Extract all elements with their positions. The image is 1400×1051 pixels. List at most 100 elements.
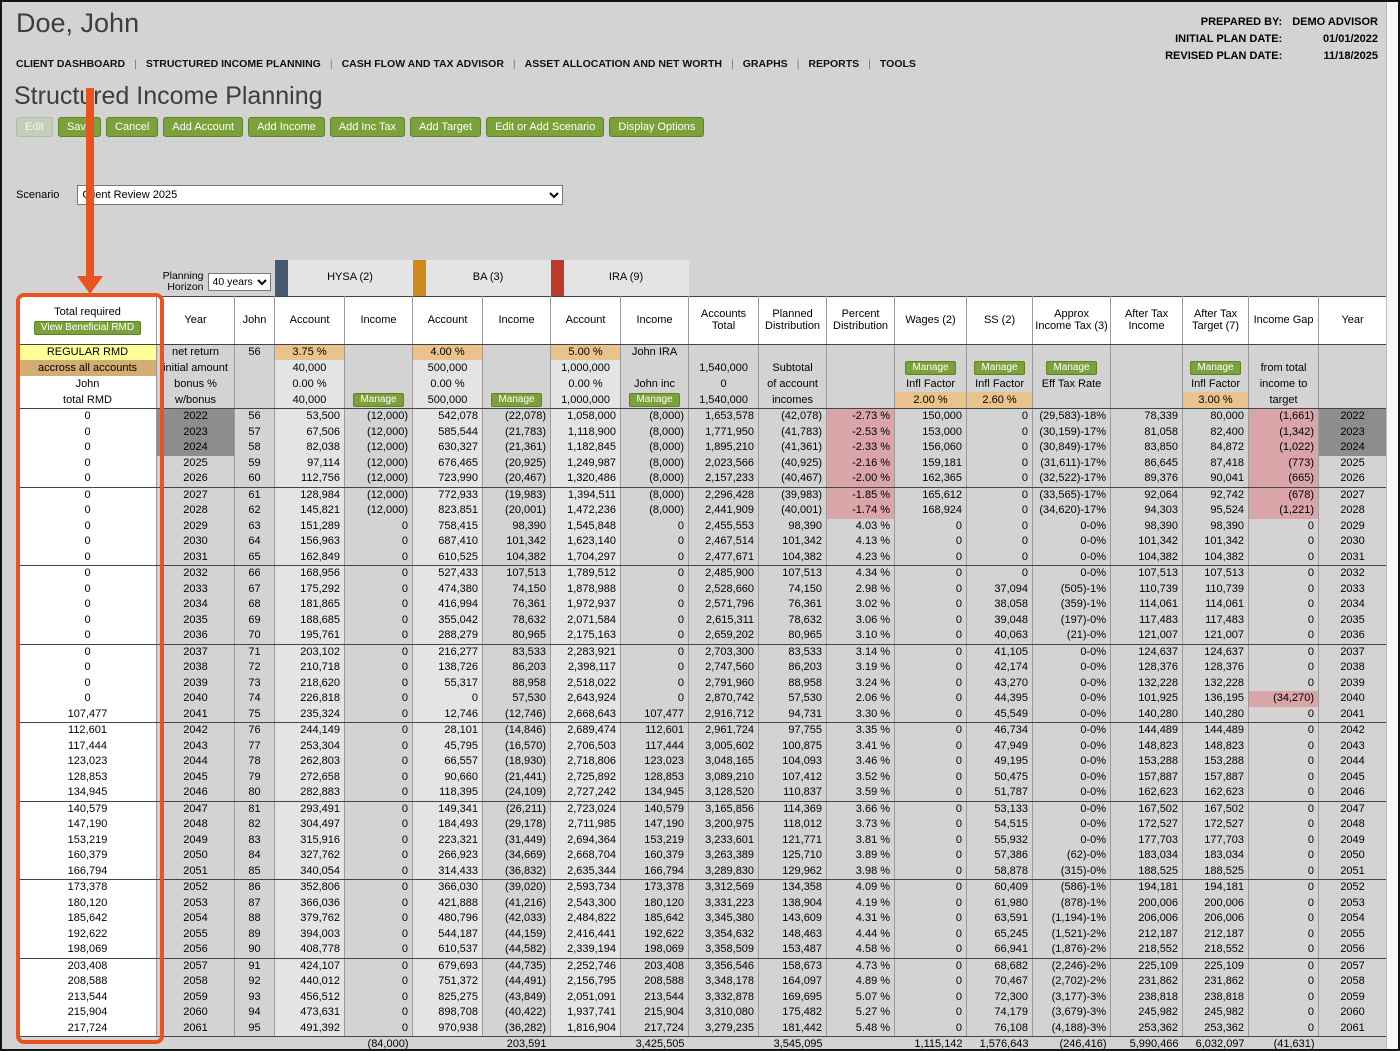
cell-planned-distribution: 97,755 bbox=[758, 722, 828, 739]
cell-year-right: 2048 bbox=[1318, 817, 1388, 833]
edit-or-add-scenario-button[interactable]: Edit or Add Scenario bbox=[486, 117, 605, 137]
nav-item-graphs[interactable]: GRAPHS bbox=[743, 56, 788, 72]
manage-button[interactable]: Manage bbox=[1190, 361, 1241, 375]
ira-account-subheader: 1,000,000 bbox=[550, 360, 622, 376]
cell-year: 2048 bbox=[156, 817, 235, 833]
cell-income-gap: 0 bbox=[1248, 911, 1320, 927]
save-button[interactable]: Save bbox=[57, 117, 102, 137]
cell-ba-income: (14,846) bbox=[482, 722, 552, 739]
cell-after-tax-income: 101,925 bbox=[1110, 691, 1184, 707]
manage-button[interactable]: Manage bbox=[1046, 361, 1097, 375]
nav-item-asset-allocation-and-net-worth[interactable]: ASSET ALLOCATION AND NET WORTH bbox=[525, 56, 722, 72]
manage-button[interactable]: Manage bbox=[905, 361, 956, 375]
cell-percent-distribution: 3.52 % bbox=[826, 769, 896, 785]
percent-distribution-subheader bbox=[826, 344, 896, 360]
cell-year-right: 2061 bbox=[1318, 1020, 1388, 1037]
total-rmd-total bbox=[18, 1036, 157, 1049]
cell-ba-account: 45,795 bbox=[412, 738, 484, 754]
cell-ira-account: 2,711,985 bbox=[550, 817, 622, 833]
cell-ira-account: 1,394,511 bbox=[550, 487, 622, 503]
total-age-john bbox=[234, 1036, 275, 1049]
cell-year-right: 2050 bbox=[1318, 848, 1388, 864]
cell-after-tax-income: 157,887 bbox=[1110, 769, 1184, 785]
cell-after-tax-target: 132,228 bbox=[1182, 675, 1250, 691]
cell-ba-income: (20,925) bbox=[482, 455, 552, 471]
cell-ira-account: 2,668,643 bbox=[550, 706, 622, 723]
display-options-button[interactable]: Display Options bbox=[609, 117, 705, 137]
manage-button[interactable]: Manage bbox=[353, 393, 404, 407]
cell-income-gap: 0 bbox=[1248, 534, 1320, 550]
nav-separator: | bbox=[796, 58, 800, 70]
add-inc-tax-button[interactable]: Add Inc Tax bbox=[329, 117, 406, 137]
cell-ba-income: (43,849) bbox=[482, 989, 552, 1005]
cell-year: 2061 bbox=[156, 1020, 235, 1037]
scenario-select[interactable]: Client Review 2025 bbox=[77, 185, 564, 205]
cell-age-john: 85 bbox=[234, 863, 275, 880]
manage-button[interactable]: Manage bbox=[974, 361, 1025, 375]
nav-item-cash-flow-and-tax-advisor[interactable]: CASH FLOW AND TAX ADVISOR bbox=[342, 56, 504, 72]
cell-planned-distribution: 101,342 bbox=[758, 534, 828, 550]
cell-approx-income-tax: (33,565)-17% bbox=[1032, 487, 1112, 503]
cell-social-security: 0 bbox=[966, 534, 1034, 550]
nav-item-structured-income-planning[interactable]: STRUCTURED INCOME PLANNING bbox=[146, 56, 321, 72]
vertical-scrollbar[interactable] bbox=[1386, 2, 1398, 1049]
cell-age-john: 57 bbox=[234, 424, 275, 440]
cell-social-security: 54,515 bbox=[966, 817, 1034, 833]
add-income-button[interactable]: Add Income bbox=[248, 117, 325, 137]
table-row: 0 2032 66 168,956 0 527,433 107,513 1,789,512 0 2… bbox=[18, 565, 1388, 582]
cell-after-tax-target: 117,483 bbox=[1182, 612, 1250, 628]
cell-year-right: 2052 bbox=[1318, 879, 1388, 896]
cell-planned-distribution: 121,771 bbox=[758, 832, 828, 848]
cell-age-john: 68 bbox=[234, 597, 275, 613]
rmd-side-label: John bbox=[18, 376, 157, 392]
cell-ira-account: 2,416,441 bbox=[550, 926, 622, 942]
cell-ira-income: 217,724 bbox=[620, 1020, 690, 1037]
cell-percent-distribution: 4.03 % bbox=[826, 518, 896, 534]
cell-rmd-total: 0 bbox=[18, 612, 157, 628]
table-row: 0 2034 68 181,865 0 416,994 76,361 1,972,937 0 2,… bbox=[18, 597, 1388, 613]
nav-item-client-dashboard[interactable]: CLIENT DASHBOARD bbox=[16, 56, 125, 72]
rmd-panel-title: Total required bbox=[54, 305, 121, 318]
cell-year-right: 2029 bbox=[1318, 518, 1388, 534]
cell-rmd-total: 0 bbox=[18, 565, 157, 582]
cell-after-tax-target: 82,400 bbox=[1182, 424, 1250, 440]
cell-after-tax-income: 89,376 bbox=[1110, 471, 1184, 488]
cell-ba-account: 266,923 bbox=[412, 848, 484, 864]
planning-horizon-select[interactable]: 40 years bbox=[207, 272, 271, 291]
ba-account-subheader: 500,000 bbox=[412, 392, 484, 409]
add-target-button[interactable]: Add Target bbox=[410, 117, 482, 137]
cell-ira-income: 198,069 bbox=[620, 942, 690, 959]
manage-button[interactable]: Manage bbox=[629, 393, 680, 407]
ira-income-subheader: John inc bbox=[620, 376, 690, 392]
ira-income-subheader bbox=[620, 360, 690, 376]
cell-percent-distribution: 3.35 % bbox=[826, 722, 896, 739]
ba-account-subheader: 0.00 % bbox=[412, 376, 484, 392]
cell-rmd-total: 153,219 bbox=[18, 832, 157, 848]
cell-social-security: 72,300 bbox=[966, 989, 1034, 1005]
nav-separator: | bbox=[329, 58, 333, 70]
cell-after-tax-target: 121,007 bbox=[1182, 628, 1250, 645]
manage-button[interactable]: Manage bbox=[491, 393, 542, 407]
cell-ira-income: 160,379 bbox=[620, 848, 690, 864]
cell-ira-income: 0 bbox=[620, 660, 690, 676]
cell-income-gap: (773) bbox=[1248, 455, 1320, 471]
cell-percent-distribution: 4.34 % bbox=[826, 565, 896, 582]
cell-social-security: 0 bbox=[966, 455, 1034, 471]
cell-accounts-total: 2,615,311 bbox=[688, 612, 760, 628]
cancel-button[interactable]: Cancel bbox=[106, 117, 159, 137]
nav-item-tools[interactable]: TOOLS bbox=[880, 56, 916, 72]
cell-year-right: 2058 bbox=[1318, 974, 1388, 990]
toolbar: Edit Save Cancel Add Account Add Income Add I… bbox=[16, 117, 709, 137]
view-beneficial-rmd-button[interactable]: View Beneficial RMD bbox=[33, 320, 142, 335]
cell-ba-account: 970,938 bbox=[412, 1020, 484, 1037]
nav-bar: CLIENT DASHBOARD | STRUCTURED INCOME PLANN… bbox=[16, 56, 925, 72]
add-account-button[interactable]: Add Account bbox=[163, 117, 244, 137]
column-header-after-tax-target: After Tax Target (7) bbox=[1182, 295, 1250, 345]
cell-ira-account: 2,051,091 bbox=[550, 989, 622, 1005]
cell-social-security: 0 bbox=[966, 440, 1034, 456]
edit-button[interactable]: Edit bbox=[16, 117, 53, 137]
cell-approx-income-tax: (1,521)-2% bbox=[1032, 926, 1112, 942]
nav-item-reports[interactable]: REPORTS bbox=[808, 56, 859, 72]
cell-social-security: 42,174 bbox=[966, 660, 1034, 676]
initial-plan-date-value: 01/01/2022 bbox=[1322, 33, 1378, 45]
